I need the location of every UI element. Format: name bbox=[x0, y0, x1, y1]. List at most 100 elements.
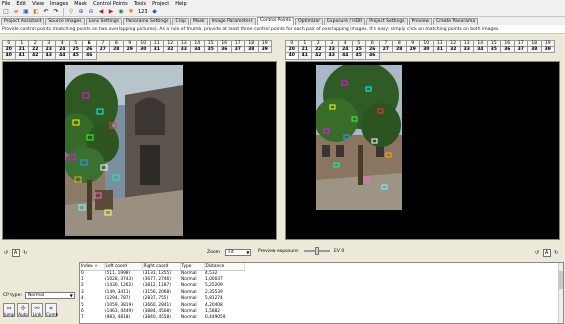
right-image-tab[interactable]: 36 bbox=[501, 46, 515, 53]
open-folder-icon[interactable]: ▰ bbox=[12, 8, 20, 16]
comb-button[interactable]: ⌗ Comb bbox=[45, 303, 58, 317]
previous-icon[interactable]: ◀ bbox=[97, 8, 105, 16]
table-row[interactable]: 7 (983, 4818) (3840, 4558) Normal 0,449059 bbox=[80, 315, 244, 321]
list-scrollbar-thumb[interactable] bbox=[559, 271, 563, 289]
tab-project-assistant[interactable]: Project Assistant bbox=[1, 18, 45, 25]
left-image-tab[interactable]: 33 bbox=[177, 46, 191, 53]
rotate-right-icon[interactable]: ↻ bbox=[552, 250, 560, 258]
menu-control-points[interactable]: Control Points bbox=[93, 1, 128, 7]
preview-icon[interactable]: ◉ bbox=[117, 8, 125, 16]
left-image-tab[interactable]: 36 bbox=[218, 46, 232, 53]
tab-image-parameters[interactable]: Image Parameters bbox=[208, 18, 256, 25]
right-image-tab[interactable]: 46 bbox=[366, 53, 380, 60]
menu-file[interactable]: File bbox=[2, 1, 10, 7]
column-header-type[interactable]: Type bbox=[180, 263, 205, 271]
left-image-tab[interactable]: 38 bbox=[245, 46, 259, 53]
left-image-tab[interactable]: 28 bbox=[110, 46, 124, 53]
right-image-tab[interactable]: 39 bbox=[541, 46, 555, 53]
left-image-panel[interactable] bbox=[2, 61, 277, 240]
zoom-out-icon[interactable]: ⊖ bbox=[87, 8, 95, 16]
right-image-tab[interactable]: 35 bbox=[487, 46, 501, 53]
rotate-left-icon[interactable]: ↺ bbox=[533, 250, 541, 258]
table-row[interactable]: 2 (1430, 1262) (3812, 1187) Normal 5,25209 bbox=[80, 283, 244, 289]
new-project-icon[interactable]: □ bbox=[2, 8, 10, 16]
fast-preview-icon[interactable]: ◆ bbox=[151, 8, 159, 16]
tab-create-panorama[interactable]: Create Panorama bbox=[433, 18, 479, 25]
jump-button[interactable]: ⇔ Jump bbox=[3, 303, 15, 317]
right-image-tab[interactable]: 41 bbox=[298, 53, 312, 60]
tab-exposure-hdr[interactable]: Exposure / HDR bbox=[324, 18, 366, 25]
align-icon[interactable]: ⚲ bbox=[67, 8, 75, 16]
tab-crop[interactable]: Crop bbox=[172, 18, 189, 25]
left-image-tab[interactable]: 32 bbox=[164, 46, 178, 53]
menu-project[interactable]: Project bbox=[152, 1, 169, 7]
menu-view[interactable]: View bbox=[32, 1, 44, 7]
rotate-right-icon[interactable]: ↻ bbox=[21, 250, 29, 258]
left-image-tab[interactable]: 27 bbox=[96, 46, 110, 53]
zoom-in-icon[interactable]: ⊕ bbox=[77, 8, 85, 16]
add-images-icon[interactable]: ◧ bbox=[32, 8, 40, 16]
right-image-tab[interactable]: 30 bbox=[420, 46, 434, 53]
right-image-tab[interactable]: 37 bbox=[514, 46, 528, 53]
column-header-distance[interactable]: Distance bbox=[204, 263, 245, 271]
link-button[interactable]: ⚯ Link bbox=[31, 303, 43, 317]
list-scrollbar[interactable] bbox=[558, 263, 563, 323]
right-image-tab[interactable]: 28 bbox=[393, 46, 407, 53]
control-point-list[interactable]: Index ÷ Left coord Right coord Type Dist… bbox=[79, 262, 564, 324]
tab-source-images[interactable]: Source Images bbox=[45, 18, 85, 25]
left-image-tab[interactable]: 46 bbox=[83, 53, 97, 60]
right-image-panel[interactable] bbox=[285, 61, 560, 240]
tab-optimizer[interactable]: Optimizer bbox=[295, 18, 324, 25]
right-image-tab[interactable]: 34 bbox=[474, 46, 488, 53]
right-image-tab[interactable]: 29 bbox=[406, 46, 420, 53]
undo-icon[interactable]: ↶ bbox=[42, 8, 50, 16]
tab-lens-settings[interactable]: Lens Settings bbox=[85, 18, 122, 25]
left-image-tab[interactable]: 41 bbox=[15, 53, 29, 60]
rotate-left-icon[interactable]: ↺ bbox=[2, 250, 10, 258]
right-image-tab[interactable]: 43 bbox=[325, 53, 339, 60]
exposure-slider[interactable] bbox=[303, 246, 330, 255]
hint-icon[interactable]: ✹ bbox=[127, 8, 135, 16]
menu-help[interactable]: Help bbox=[175, 1, 186, 7]
left-image-tab[interactable]: 40 bbox=[2, 53, 16, 60]
left-image-tab[interactable]: 39 bbox=[258, 46, 272, 53]
left-image-tab[interactable]: 31 bbox=[150, 46, 164, 53]
tab-project-settings[interactable]: Project Settings bbox=[366, 18, 408, 25]
left-image-tab[interactable]: 44 bbox=[56, 53, 70, 60]
left-image-tab[interactable]: 37 bbox=[231, 46, 245, 53]
next-icon[interactable]: ▶ bbox=[107, 8, 115, 16]
left-image-tab[interactable]: 29 bbox=[123, 46, 137, 53]
menu-tools[interactable]: Tools bbox=[134, 1, 146, 7]
table-row[interactable]: 6 (1463, 4449) (3884, 4508) Normal 1,5882 bbox=[80, 308, 244, 314]
cp-type-select[interactable]: Normal ▼ bbox=[24, 292, 75, 299]
exposure-slider-thumb[interactable] bbox=[314, 246, 319, 255]
right-image-tab[interactable]: 45 bbox=[352, 53, 366, 60]
right-image-tab[interactable]: 32 bbox=[447, 46, 461, 53]
menu-mask[interactable]: Mask bbox=[74, 1, 87, 7]
right-image-tab[interactable]: 44 bbox=[339, 53, 353, 60]
left-image-tab[interactable]: 42 bbox=[29, 53, 43, 60]
tab-preview[interactable]: Preview bbox=[408, 18, 433, 25]
save-icon[interactable]: ▣ bbox=[22, 8, 30, 16]
left-image-tab[interactable]: 43 bbox=[42, 53, 56, 60]
left-image-tab[interactable]: 30 bbox=[137, 46, 151, 53]
zoom-select[interactable]: Fit ▼ bbox=[225, 249, 252, 256]
right-image-tab[interactable]: 40 bbox=[285, 53, 299, 60]
table-row[interactable]: 4 (1294, 787) (2837, 755) Normal 5,81274 bbox=[80, 296, 244, 302]
tab-control-points[interactable]: Control Points bbox=[256, 17, 295, 25]
menu-images[interactable]: Images bbox=[50, 1, 68, 7]
auto-button[interactable]: ✣ Auto bbox=[17, 303, 29, 317]
right-auto-add-button[interactable]: A bbox=[542, 249, 551, 257]
right-image-tab[interactable]: 42 bbox=[312, 53, 326, 60]
column-header-left-coord[interactable]: Left coord bbox=[104, 263, 143, 271]
left-image-tab[interactable]: 34 bbox=[191, 46, 205, 53]
left-photo[interactable] bbox=[65, 65, 183, 236]
table-row[interactable]: 5 (1059, 3819) (3660, 2841) Normal 4,20408 bbox=[80, 302, 244, 308]
left-image-tab[interactable]: 35 bbox=[204, 46, 218, 53]
column-header-index[interactable]: Index ÷ bbox=[80, 263, 105, 271]
tab-panorama-settings[interactable]: Panorama Settings bbox=[122, 18, 172, 25]
left-auto-add-button[interactable]: A bbox=[11, 249, 20, 257]
column-header-right-coord[interactable]: Right coord bbox=[142, 263, 181, 271]
right-image-tab[interactable]: 38 bbox=[528, 46, 542, 53]
right-image-tab[interactable]: 33 bbox=[460, 46, 474, 53]
